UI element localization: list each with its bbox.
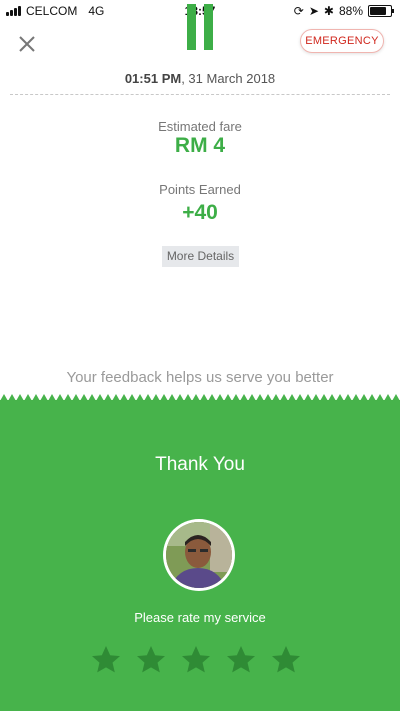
fare-value: RM 4: [174, 134, 226, 157]
feedback-prompt: Your feedback helps us serve you better: [66, 369, 334, 386]
trip-datetime: 01:51 PM, 31 March 2018: [0, 71, 400, 86]
star-icon[interactable]: [225, 644, 257, 676]
driver-avatar: [163, 519, 235, 591]
rating-panel: Thank You Please rate my service: [0, 394, 400, 711]
trip-time: 01:51 PM: [124, 71, 182, 86]
fare-label: Estimated fare: [158, 119, 242, 134]
status-right: ⟳ ➤ ✱ 88%: [293, 4, 394, 18]
location-icon: ➤: [308, 4, 319, 18]
star-rating: [90, 644, 302, 676]
star-icon[interactable]: [180, 644, 212, 676]
points-label: Points Earned: [159, 182, 241, 197]
rate-prompt: Please rate my service: [134, 610, 266, 625]
zigzag-edge: [0, 394, 400, 401]
battery-fill: [370, 7, 386, 15]
more-details-button[interactable]: More Details: [162, 246, 239, 267]
close-icon: [19, 36, 35, 52]
divider: [10, 94, 390, 95]
pause-icon: [187, 4, 213, 50]
emergency-button[interactable]: EMERGENCY: [300, 29, 384, 53]
battery-icon: [368, 5, 394, 17]
trip-date: , 31 March 2018: [181, 71, 276, 86]
close-button[interactable]: [15, 33, 39, 57]
thank-you-title: Thank You: [155, 454, 245, 475]
lock-rotation-icon: ⟳: [293, 4, 304, 18]
battery-percent: 88%: [338, 4, 363, 18]
points-value: +40: [182, 201, 218, 224]
star-icon[interactable]: [135, 644, 167, 676]
star-icon[interactable]: [270, 644, 302, 676]
bluetooth-icon: ✱: [323, 4, 334, 18]
star-icon[interactable]: [90, 644, 122, 676]
